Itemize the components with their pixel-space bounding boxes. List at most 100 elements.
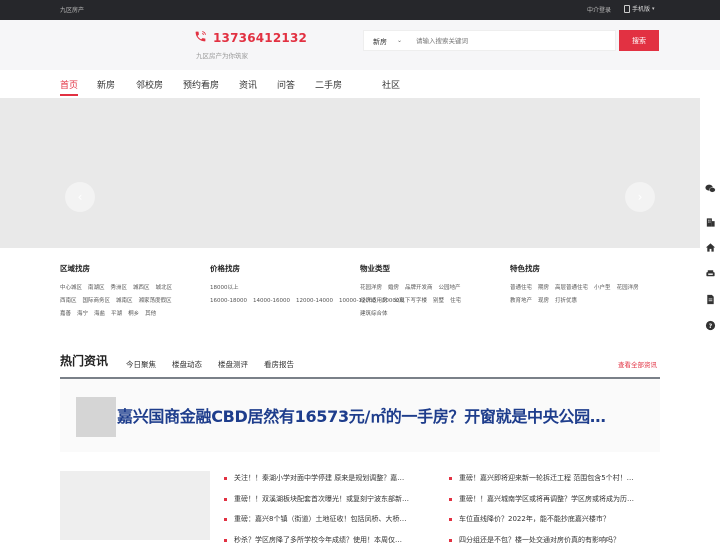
filter-link[interactable]: 其他 [145,311,156,317]
nav-item-book-viewing[interactable]: 预约看房 [183,78,219,91]
featured-news[interactable]: 嘉兴国商金融CBD居然有16573元/㎡的一手房？开窗就是中央公园… [60,379,660,452]
filter-link[interactable]: 平湖 [111,311,122,317]
search-button[interactable]: 搜索 [619,30,659,51]
nav-item-new-homes[interactable]: 新房 [97,78,115,91]
filter-link[interactable]: 18000以上 [210,285,239,291]
floating-sidebar: ? [700,175,720,540]
filter-link[interactable]: 国际商务区 [83,298,111,304]
nav-item-home[interactable]: 首页 [60,78,78,91]
filter-link[interactable]: 湘家荡度假区 [139,298,172,304]
filter-link[interactable]: 海宁 [77,311,88,317]
active-nav-underline [60,94,78,96]
agent-login-link[interactable]: 中介登录 [587,5,611,14]
filter-link[interactable]: 教育地产 [510,298,532,304]
chevron-down-icon[interactable]: ⌄ [397,37,402,44]
news-item[interactable]: 重磅！嘉兴即将迎来新一轮拆迁工程 范围包含5个村！… [448,473,658,494]
filter-link[interactable]: 现房 [538,298,549,304]
filter-link[interactable]: 别墅 [433,298,444,304]
news-image[interactable] [60,471,210,540]
top-bar: 九区房产 中介登录 手机版 ▾ [0,0,720,20]
news-list-right: 重磅！嘉兴即将迎来新一轮拆迁工程 范围包含5个村！… 重磅！！嘉兴城南学区或将再… [448,473,658,556]
tab-today-focus[interactable]: 今日聚焦 [126,359,156,370]
featured-thumbnail[interactable] [76,397,116,437]
nav-item-school-homes[interactable]: 邻校房 [136,78,163,91]
filter-link[interactable]: 中心城区 [60,285,82,291]
filter-link[interactable]: 普通住宅 [510,285,532,291]
nav-item-community[interactable]: 社区 [382,78,400,91]
filter-link[interactable]: 小户型 [594,285,611,291]
tab-project-review[interactable]: 楼盘测评 [218,359,248,370]
phone-icon [195,31,206,42]
mobile-icon [624,4,630,13]
home-icon[interactable] [705,242,716,253]
filter-link[interactable]: 城南区 [116,298,133,304]
news-item[interactable]: 重磅！！双溪湖板块配套首次曝光！或复刻宁波东部新… [223,494,433,515]
filter-link[interactable]: 期房 [538,285,549,291]
building-icon[interactable] [705,217,716,228]
view-all-news-link[interactable]: 查看全部资讯 [618,359,657,369]
filter-link[interactable]: 花园洋房 [617,285,639,291]
filter-link[interactable]: 12000-14000 [296,298,333,304]
filter-group-price: 价格找房 18000以上 16000-18000 14000-16000 12000-… [210,258,410,308]
mobile-version-link[interactable]: 手机版 ▾ [624,4,655,13]
carousel-prev-button[interactable]: ‹ [65,182,95,212]
filter-panel: 区域找房 中心城区 南湖区 秀洲区 城西区 城北区西南区 国际商务区 城南区 湘家荡度假区嘉善… [0,258,720,338]
filter-link[interactable]: 建筑综合体 [360,311,388,317]
news-item[interactable]: 车位直线降价？2022年，能不能抄底嘉兴楼市？ [448,514,658,535]
hotline-number: 13736412132 [213,31,308,45]
news-item[interactable]: 四分组还是不包？楼一处交通对房价真的有影响吗？ [448,535,658,556]
chevron-right-icon: › [637,190,643,204]
banner-carousel[interactable]: ‹ › [0,98,700,248]
filter-link[interactable]: 16000-18000 [210,298,247,304]
chevron-down-icon: ▾ [652,5,655,12]
featured-headline[interactable]: 嘉兴国商金融CBD居然有16573元/㎡的一手房？开窗就是中央公园… [117,403,606,427]
filter-link[interactable]: 打折优惠 [555,298,577,304]
filter-link[interactable]: 婚房 [388,285,399,291]
news-list-left: 关注！！秦湖小学对面中学停建 原来是规划调整？嘉… 重磅！！双溪湖板块配套首次曝… [223,473,433,556]
filter-link[interactable]: 城西区 [133,285,150,291]
filter-link[interactable]: 高层普通住宅 [555,285,588,291]
filter-link[interactable]: 公园地产 [439,285,461,291]
filter-link[interactable]: 城北区 [156,285,173,291]
search-type-select[interactable]: 新房 [373,37,387,47]
filter-link[interactable]: 14000-16000 [253,298,290,304]
carousel-next-button[interactable]: › [625,182,655,212]
nav-item-news[interactable]: 资讯 [239,78,257,91]
news-item[interactable]: 秒杀？学区房降了多所学校今年成绩？使用！本周仅… [223,535,433,556]
filter-link[interactable]: 海盐 [94,311,105,317]
main-nav: 首页 新房 邻校房 预约看房 资讯 问答 二手房 社区 [0,70,720,98]
filter-link[interactable]: 经济适用房 [360,298,388,304]
filter-link[interactable]: 品牌开发商 [405,285,433,291]
site-name[interactable]: 九区房产 [60,5,84,14]
filter-group-features: 特色找房 普通住宅 期房 高层普通住宅 小户型 花园洋房教育地产 现房 打折优惠 [510,258,650,308]
filter-links: 花园洋房 婚房 品牌开发商 公园地产经济适用房 公寓 写字楼 别墅 住宅建筑综合体 [360,282,490,321]
filter-link[interactable]: 写字楼 [411,298,428,304]
filter-title: 价格找房 [210,264,240,273]
mobile-label: 手机版 [632,6,651,13]
header: 13736412132 九区房产为你筑家 新房 ⌄ 搜索 [0,20,720,70]
tab-viewing-report[interactable]: 看房报告 [264,359,294,370]
filter-link[interactable]: 花园洋房 [360,285,382,291]
filter-links: 18000以上 16000-18000 14000-16000 12000-14000… [210,282,410,308]
filter-link[interactable]: 西南区 [60,298,77,304]
search-box: 新房 ⌄ [363,30,616,51]
nav-item-qa[interactable]: 问答 [277,78,295,91]
wechat-icon[interactable] [705,183,716,194]
tagline: 九区房产为你筑家 [196,52,248,60]
search-input[interactable] [416,33,606,49]
news-item[interactable]: 重磅！！嘉兴城南学区或将再调整？学区房或将成为历… [448,494,658,515]
filter-link[interactable]: 嘉善 [60,311,71,317]
chevron-left-icon: ‹ [77,190,83,204]
news-item[interactable]: 重磅：嘉兴8个镇（街道）土地征收！包括凤桥、大桥… [223,514,433,535]
filter-link[interactable]: 南湖区 [88,285,105,291]
filter-link[interactable]: 住宅 [450,298,461,304]
filter-group-property-type: 物业类型 花园洋房 婚房 品牌开发商 公园地产经济适用房 公寓 写字楼 别墅 住宅建筑综合体 [360,258,490,321]
nav-item-resale[interactable]: 二手房 [315,78,342,91]
filter-link[interactable]: 桐乡 [128,311,139,317]
filter-title: 区域找房 [60,264,90,273]
filter-links: 普通住宅 期房 高层普通住宅 小户型 花园洋房教育地产 现房 打折优惠 [510,282,650,308]
tab-project-news[interactable]: 楼盘动态 [172,359,202,370]
news-item[interactable]: 关注！！秦湖小学对面中学停建 原来是规划调整？嘉… [223,473,433,494]
filter-link[interactable]: 公寓 [394,298,405,304]
filter-link[interactable]: 秀洲区 [111,285,128,291]
